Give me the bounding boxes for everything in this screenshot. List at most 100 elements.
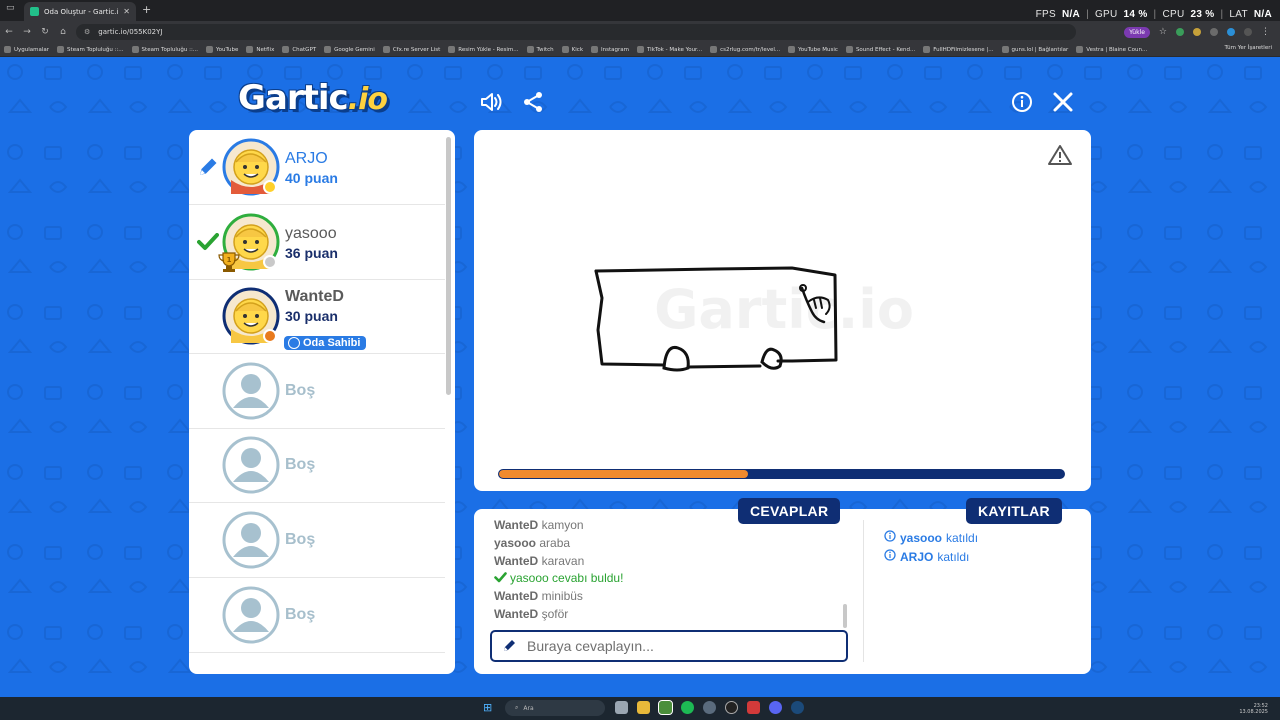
bookmark-item[interactable]: TikTok - Make Your... [636, 46, 702, 53]
empty-slot-row[interactable]: Boş [189, 354, 445, 429]
close-icon[interactable] [1051, 90, 1075, 114]
bookmark-label: Twitch [536, 46, 554, 53]
spotify-icon[interactable] [681, 701, 694, 714]
message-text: şoför [541, 606, 569, 621]
player-name: ARJO [285, 150, 328, 167]
url-text: gartic.io/055K02YJ [98, 28, 163, 36]
chrome-icon[interactable] [658, 700, 673, 715]
bookmark-item[interactable]: Resim Yükle - Resim... [448, 46, 519, 53]
bookmark-item[interactable]: Instagram [591, 46, 629, 53]
windows-taskbar: ⊞ ⌕ Ara 23:52 13.08.2025 [0, 697, 1280, 720]
bookmark-favicon-icon [4, 46, 11, 53]
app-red-icon[interactable] [747, 701, 760, 714]
bookmark-label: Google Gemini [334, 46, 375, 53]
menu-icon[interactable]: ⋮ [1261, 27, 1270, 37]
bookmark-favicon-icon [1076, 46, 1084, 53]
answer-message: WanteD minibüs [494, 589, 844, 607]
taskbar-search[interactable]: ⌕ Ara [505, 700, 605, 716]
home-icon[interactable]: ⌂ [54, 27, 72, 37]
bookmark-item[interactable]: Twitch [526, 46, 554, 53]
sound-icon[interactable] [479, 90, 503, 114]
bookmark-item[interactable]: guns.lol | Bağlantılar [1001, 46, 1069, 53]
empty-slot-row[interactable]: Boş [189, 503, 445, 578]
steam-icon[interactable] [791, 701, 804, 714]
all-bookmarks-link[interactable]: Tüm Yer İşaretleri [1225, 45, 1272, 51]
message-user: WanteD [494, 553, 539, 568]
discord-icon[interactable] [769, 701, 782, 714]
answers-scrollbar[interactable] [843, 604, 847, 628]
url-field[interactable]: ⚙ gartic.io/055K02YJ [76, 24, 1076, 40]
performance-overlay: FPS N/A | GPU 14 % | CPU 23 % | LAT N/A [1035, 9, 1272, 20]
close-tab-icon[interactable]: ✕ [123, 7, 130, 16]
extension-icon[interactable] [1227, 28, 1235, 36]
bookmark-item[interactable]: Cfx.re Server List [382, 46, 440, 53]
tab-logs[interactable]: KAYITLAR [966, 498, 1062, 524]
bookmark-item[interactable]: Steam Topluluğu ::... [131, 46, 198, 53]
bookmark-favicon-icon [206, 46, 214, 53]
profile-avatar[interactable] [1244, 28, 1252, 36]
bookmark-favicon-icon [788, 46, 796, 53]
new-tab-icon[interactable]: + [142, 3, 151, 16]
tab-search-icon[interactable]: ▭ [6, 3, 16, 15]
bookmark-item[interactable]: ChatGPT [282, 46, 316, 53]
yukle-button[interactable]: Yükle [1124, 26, 1150, 38]
players-scrollbar[interactable] [446, 137, 451, 395]
system-tray-clock[interactable]: 23:52 13.08.2025 [1239, 703, 1268, 715]
bookmark-item[interactable]: Steam Topluluğu ::... [57, 46, 124, 53]
empty-slot-row[interactable]: Boş [189, 578, 445, 653]
bookmark-label: guns.lol | Bağlantılar [1011, 46, 1069, 53]
extension-icon[interactable] [1193, 28, 1201, 36]
weather-widget[interactable] [8, 701, 48, 717]
bookmark-label: cs2rlug.com/tr/level... [720, 46, 781, 53]
reload-icon[interactable]: ↻ [36, 27, 54, 37]
bookmark-favicon-icon [710, 46, 718, 53]
bookmark-item[interactable]: YouTube Music [788, 46, 838, 53]
site-info-icon[interactable]: ⚙ [84, 28, 90, 36]
task-view-icon[interactable] [615, 701, 628, 714]
logs-list: yasooo katıldı ARJO katıldı [884, 528, 978, 566]
message-user: WanteD [494, 589, 539, 604]
browser-tab[interactable]: Oda Oluştur - Gartic.io ✕ [24, 2, 136, 21]
gartic-logo: Gartic .io [238, 78, 388, 118]
bookmark-item[interactable]: Netflix [246, 46, 274, 53]
empty-slot-row[interactable]: Boş [189, 428, 445, 504]
bookmark-item[interactable]: Google Gemini [324, 46, 375, 53]
bookmark-label: Resim Yükle - Resim... [458, 46, 519, 53]
bookmark-item[interactable]: YouTube [206, 46, 238, 53]
bookmark-item[interactable]: Kick [561, 46, 583, 53]
bookmark-item[interactable]: Uygulamalar [4, 46, 49, 53]
star-icon[interactable]: ☆ [1159, 27, 1167, 37]
bookmark-favicon-icon [57, 46, 65, 53]
bookmark-label: ChatGPT [292, 46, 317, 53]
player-row[interactable]: ARJO 40 puan [189, 130, 445, 205]
log-text: katıldı [937, 549, 970, 564]
answer-input[interactable]: Buraya cevaplayın... [490, 630, 848, 662]
share-icon[interactable] [521, 90, 545, 114]
timer-fill [499, 470, 748, 478]
bookmark-item[interactable]: cs2rlug.com/tr/level... [710, 46, 780, 53]
player-row[interactable]: WanteD 30 puan Oda Sahibi [189, 279, 445, 355]
forward-icon[interactable]: → [18, 27, 36, 37]
message-text: cevabı buldu! [552, 571, 624, 586]
bookmark-item[interactable]: Sound Effect - Kend... [845, 46, 915, 53]
drawing-bus: Gartic.io [594, 266, 914, 372]
settings-icon[interactable] [703, 701, 716, 714]
back-icon[interactable]: ← [0, 27, 18, 37]
message-text: minibüs [541, 589, 583, 604]
avatar [222, 511, 280, 569]
extension-icon[interactable] [1176, 28, 1184, 36]
player-row[interactable]: yasooo 36 puan 1 [189, 205, 445, 280]
windows-start-icon[interactable]: ⊞ [483, 702, 495, 714]
bookmark-label: Instagram [601, 46, 629, 53]
player-points: 30 puan [285, 308, 338, 325]
app-icon[interactable] [725, 701, 738, 714]
bookmark-favicon-icon [1001, 46, 1009, 53]
log-text: katıldı [946, 530, 979, 545]
correct-answer-message: yasooo cevabı buldu! [494, 571, 844, 589]
bookmark-item[interactable]: Vestra | Blaine Coun... [1076, 46, 1147, 53]
info-icon[interactable] [1010, 90, 1034, 114]
extension-icon[interactable] [1210, 28, 1218, 36]
bookmark-label: YouTube [216, 46, 239, 53]
bookmark-item[interactable]: FullHDFilmizlesene |... [923, 46, 994, 53]
file-explorer-icon[interactable] [637, 701, 650, 714]
